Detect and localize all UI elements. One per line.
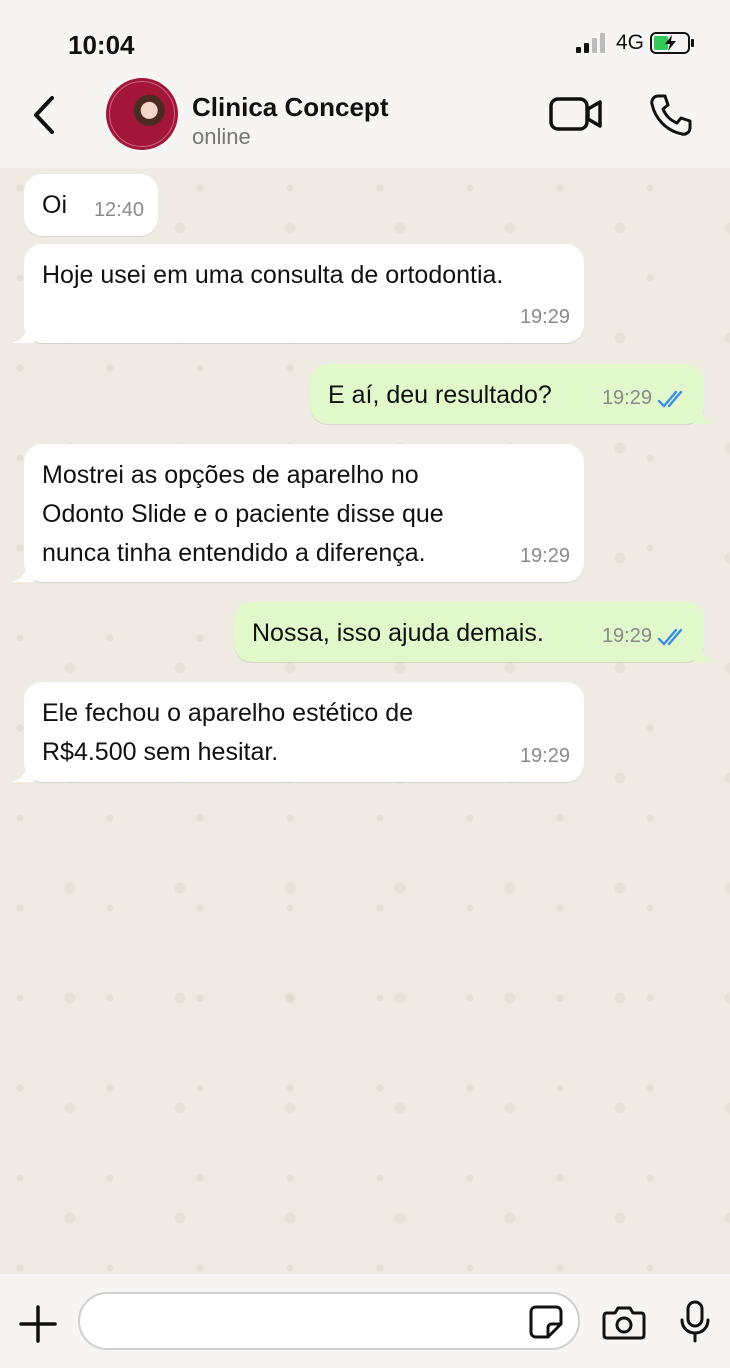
message-text: Nossa, isso ajuda demais. xyxy=(252,619,544,647)
chat-area[interactable]: Oi 12:40 Hoje usei em uma consulta de or… xyxy=(0,168,730,1274)
message-incoming[interactable]: Ele fechou o aparelho estético de R$4.50… xyxy=(12,682,584,782)
read-ticks-icon xyxy=(657,628,683,646)
message-incoming[interactable]: Oi 12:40 xyxy=(24,174,158,236)
bubble-tail xyxy=(694,406,716,424)
message-meta: 19:29 xyxy=(602,617,690,656)
bubble-tail xyxy=(12,325,34,343)
back-chevron-icon[interactable] xyxy=(26,90,66,140)
message-time: 19:29 xyxy=(519,306,570,328)
message-text: Mostrei as opções de aparelho no Odonto … xyxy=(42,456,444,573)
message-meta: 19:29 xyxy=(602,379,690,418)
message-time: 19:29 xyxy=(601,625,652,647)
message-text: Oi xyxy=(42,191,67,219)
phone-call-icon[interactable] xyxy=(648,92,694,138)
video-call-icon[interactable] xyxy=(548,94,604,134)
chat-header: Clinica Concept online xyxy=(0,78,730,168)
battery-charging-icon xyxy=(650,32,694,54)
message-field[interactable] xyxy=(78,1292,580,1350)
bubble-tail xyxy=(12,764,34,782)
message-outgoing[interactable]: E aí, deu resultado? 19:29 xyxy=(310,364,716,424)
message-outgoing[interactable]: Nossa, isso ajuda demais. 19:29 xyxy=(234,602,716,662)
message-input[interactable] xyxy=(98,1306,522,1338)
plus-icon[interactable] xyxy=(18,1304,58,1344)
message-text: Hoje usei em uma consulta de ortodontia. xyxy=(42,261,504,289)
status-time: 10:04 xyxy=(68,30,135,60)
message-text: Ele fechou o aparelho estético de R$4.50… xyxy=(42,694,413,772)
signal-bars-icon xyxy=(575,33,605,53)
message-line: Odonto Slide e o paciente disse que xyxy=(42,500,444,528)
message-incoming[interactable]: Hoje usei em uma consulta de ortodontia.… xyxy=(12,244,584,343)
contact-name[interactable]: Clinica Concept xyxy=(192,92,388,123)
message-input-bar xyxy=(0,1274,730,1368)
message-line: R$4.500 sem hesitar. xyxy=(42,738,279,766)
bubble-tail xyxy=(694,644,716,662)
message-time: 19:29 xyxy=(601,387,652,409)
sticker-icon[interactable] xyxy=(528,1304,564,1340)
message-line: Mostrei as opções de aparelho no xyxy=(42,461,419,489)
message-line: nunca tinha entendido a diferença. xyxy=(42,539,426,567)
message-time: 19:29 xyxy=(519,545,570,567)
contact-avatar[interactable] xyxy=(106,78,178,150)
message-line: Ele fechou o aparelho estético de xyxy=(42,699,414,727)
message-time: 12:40 xyxy=(93,199,144,221)
bubble-tail xyxy=(12,564,34,582)
network-label: 4G xyxy=(615,31,644,54)
message-text: E aí, deu resultado? xyxy=(328,381,552,409)
status-indicators: 4G xyxy=(575,31,696,55)
camera-icon[interactable] xyxy=(602,1304,646,1340)
status-bar: 10:04 4G xyxy=(0,0,730,80)
contact-status: online xyxy=(192,124,251,149)
message-time: 19:29 xyxy=(519,745,570,767)
message-incoming[interactable]: Mostrei as opções de aparelho no Odonto … xyxy=(12,444,584,582)
microphone-icon[interactable] xyxy=(678,1300,712,1344)
read-ticks-icon xyxy=(657,390,683,408)
